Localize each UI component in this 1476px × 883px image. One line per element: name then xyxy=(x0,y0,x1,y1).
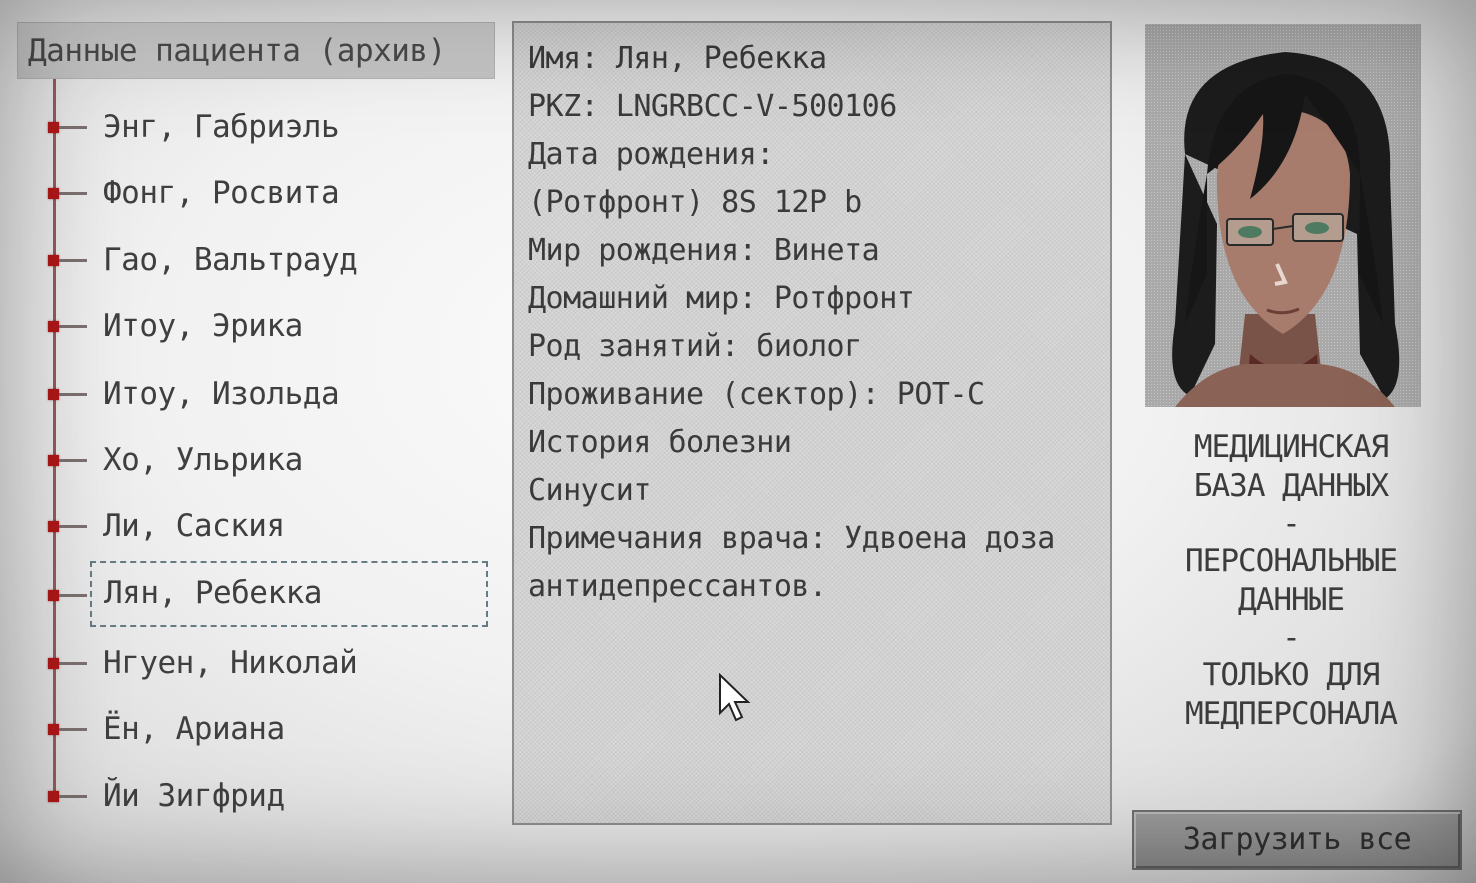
patient-name[interactable]: Гао, Вальтрауд xyxy=(103,240,358,280)
tree-node-icon xyxy=(48,590,59,601)
patient-item[interactable]: Гао, Вальтрауд xyxy=(45,238,485,282)
patient-item[interactable]: Ён, Ариана xyxy=(45,707,485,751)
patient-name[interactable]: Ён, Ариана xyxy=(103,709,285,749)
database-notice: МЕДИЦИНСКАЯ БАЗА ДАННЫХ - ПЕРСОНАЛЬНЫЕ Д… xyxy=(1145,428,1437,734)
patient-item[interactable]: Йи Зигфрид xyxy=(45,774,485,818)
notice-line: БАЗА ДАННЫХ xyxy=(1193,468,1389,504)
tree-branch-line xyxy=(59,795,87,798)
tree-branch-line xyxy=(59,259,87,262)
patient-portrait xyxy=(1145,24,1421,407)
patient-item[interactable]: Ли, Саския xyxy=(45,504,485,548)
tree-node-icon xyxy=(48,724,59,735)
patient-details-panel: Имя: Лян, Ребекка PKZ: LNGRBCC-V-500106 … xyxy=(512,21,1112,825)
patient-item[interactable]: Итоу, Эрика xyxy=(45,304,485,348)
notice-separator: - xyxy=(1282,620,1301,656)
mouse-cursor-icon xyxy=(719,673,751,722)
tree-node-icon xyxy=(48,658,59,669)
patient-name[interactable]: Йи Зигфрид xyxy=(103,776,285,816)
tree-branch-line xyxy=(59,525,87,528)
patient-name[interactable]: Лян, Ребекка xyxy=(90,561,488,627)
tree-node-icon xyxy=(48,791,59,802)
patient-name[interactable]: Итоу, Изольда xyxy=(103,374,340,414)
tree-branch-line xyxy=(59,662,87,665)
load-all-button[interactable]: Загрузить все xyxy=(1132,810,1462,870)
tree-node-icon xyxy=(48,321,59,332)
notice-line: ПЕРСОНАЛЬНЫЕ xyxy=(1185,543,1398,579)
detail-birth-world: Мир рождения: Винета xyxy=(528,233,880,268)
patient-name[interactable]: Энг, Габриэль xyxy=(103,107,340,147)
patient-name[interactable]: Хо, Ульрика xyxy=(103,440,303,480)
tree-node-icon xyxy=(48,188,59,199)
tree-branch-line xyxy=(59,728,87,731)
detail-home-world: Домашний мир: Ротфронт xyxy=(528,281,915,316)
patient-name[interactable]: Итоу, Эрика xyxy=(103,306,303,346)
detail-medical-history-value: Синусит xyxy=(528,473,651,508)
detail-medical-history-label: История болезни xyxy=(528,425,792,460)
notice-line: ТОЛЬКО ДЛЯ xyxy=(1202,657,1381,693)
detail-pkz: PKZ: LNGRBCC-V-500106 xyxy=(528,89,897,124)
detail-doctor-notes: Примечания врача: Удвоена доза антидепре… xyxy=(528,521,1055,604)
notice-line: МЕДПЕРСОНАЛА xyxy=(1185,696,1398,732)
notice-line: МЕДИЦИНСКАЯ xyxy=(1193,429,1389,465)
notice-separator: - xyxy=(1282,506,1301,542)
patient-name[interactable]: Фонг, Росвита xyxy=(103,173,340,213)
notice-line: ДАННЫЕ xyxy=(1238,582,1345,618)
detail-name: Имя: Лян, Ребекка xyxy=(528,41,827,76)
tree-branch-line xyxy=(59,126,87,129)
tree-node-icon xyxy=(48,455,59,466)
tree-branch-line xyxy=(59,459,87,462)
archive-header: Данные пациента (архив) xyxy=(17,22,495,79)
patient-item[interactable]: Энг, Габриэль xyxy=(45,105,485,149)
patient-name[interactable]: Нгуен, Николай xyxy=(103,643,358,683)
patient-item[interactable]: Итоу, Изольда xyxy=(45,372,485,416)
detail-residence-sector: Проживание (сектор): POT-C xyxy=(528,377,985,412)
tree-node-icon xyxy=(48,122,59,133)
patient-item[interactable]: Нгуен, Николай xyxy=(45,641,485,685)
detail-birthdate-label: Дата рождения: xyxy=(528,137,774,172)
patient-item[interactable]: Фонг, Росвита xyxy=(45,171,485,215)
tree-branch-line xyxy=(59,393,87,396)
tree-node-icon xyxy=(48,255,59,266)
tree-branch-line xyxy=(59,192,87,195)
patient-item-selected[interactable]: Лян, Ребекка xyxy=(45,561,488,627)
portrait-image xyxy=(1145,24,1421,407)
patient-item[interactable]: Хо, Ульрика xyxy=(45,438,485,482)
detail-occupation: Род занятий: биолог xyxy=(528,329,862,364)
patient-name[interactable]: Ли, Саския xyxy=(103,506,285,546)
tree-branch-line xyxy=(59,325,87,328)
tree-node-icon xyxy=(48,521,59,532)
tree-node-icon xyxy=(48,389,59,400)
tree-branch-line xyxy=(59,594,87,597)
detail-birthdate-value: (Ротфронт) 8S 12P b xyxy=(528,185,862,220)
